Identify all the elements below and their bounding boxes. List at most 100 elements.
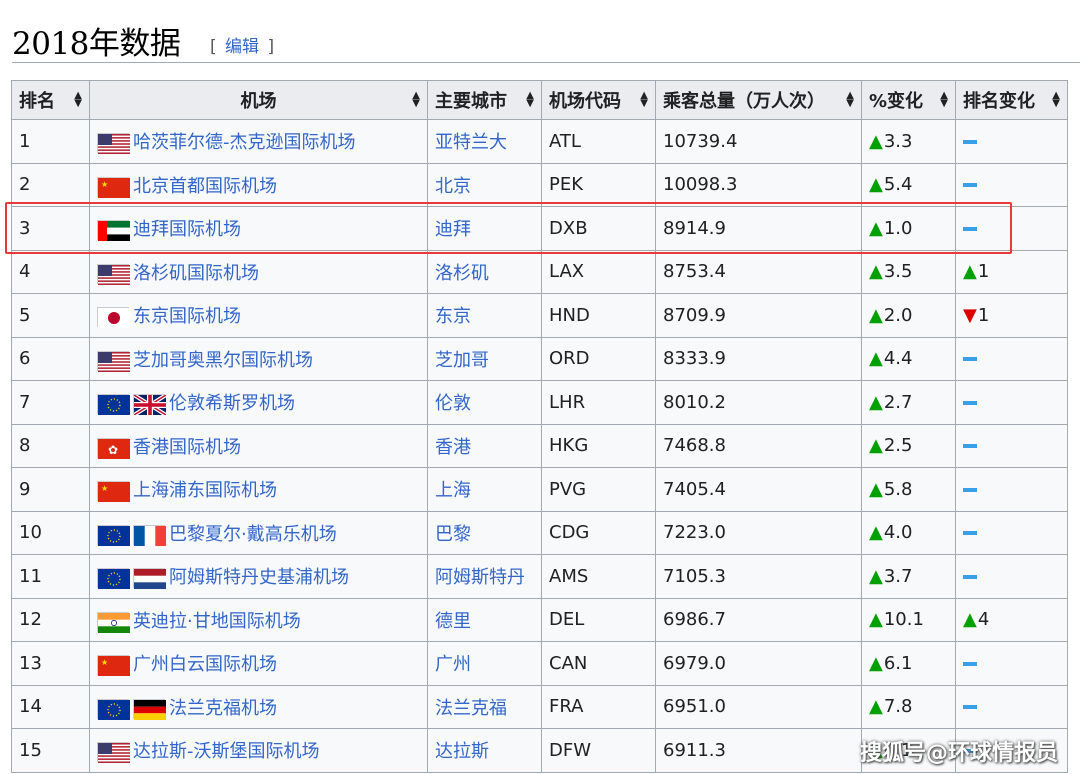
rank-cell: 7: [11, 380, 90, 425]
increase-arrow-icon: ▲: [869, 609, 883, 631]
airport-link[interactable]: 北京首都国际机场: [133, 176, 277, 197]
row-highlight-box: [5, 202, 1012, 254]
sort-icon[interactable]: ▲ ▼: [940, 91, 948, 109]
rank-cell: 14: [11, 684, 90, 729]
rank-cell: 4: [11, 249, 90, 294]
increase-arrow-icon: ▲: [869, 348, 883, 370]
passengers-cell: 8709.9: [655, 293, 862, 338]
airport-cell: ★ 北京首都国际机场: [89, 162, 428, 207]
increase-arrow-icon: ▲: [869, 391, 883, 413]
table-row: 14 法兰克福机场 法兰克福 FRA 6951.0 ▲7.8: [11, 684, 1068, 729]
svg-text:★: ★: [101, 180, 108, 189]
th-rank[interactable]: 排名 ▲ ▼: [11, 80, 90, 120]
rank-up-arrow-icon: ▲: [963, 609, 977, 631]
rank-change-cell: [955, 554, 1068, 599]
no-change-dash-icon: [963, 574, 977, 579]
code-cell: HKG: [541, 423, 656, 468]
city-link[interactable]: 上海: [427, 467, 542, 512]
city-link[interactable]: 巴黎: [427, 510, 542, 555]
city-link[interactable]: 广州: [427, 641, 542, 686]
airport-link[interactable]: 英迪拉·甘地国际机场: [133, 611, 301, 632]
city-link[interactable]: 法兰克福: [427, 684, 542, 729]
airport-cell: 东京国际机场: [89, 293, 428, 338]
code-cell: ORD: [541, 336, 656, 381]
sort-icon[interactable]: ▲ ▼: [846, 91, 854, 109]
header-label: 排名: [19, 91, 55, 112]
code-cell: CDG: [541, 510, 656, 555]
flag-eu-icon: [97, 394, 130, 416]
no-change-dash-icon: [963, 139, 977, 144]
code-cell: ATL: [541, 119, 656, 164]
passengers-cell: 7405.4: [655, 467, 862, 512]
rank-cell: 9: [11, 467, 90, 512]
rank-down-arrow-icon: ▼: [963, 304, 977, 326]
rank-change-cell: ▲1: [955, 249, 1068, 294]
change-value: 7.8: [883, 696, 913, 718]
table-row: 10 巴黎夏尔·戴高乐机场 巴黎 CDG 7223.0 ▲4.0: [11, 510, 1068, 555]
sort-icon[interactable]: ▲ ▼: [640, 91, 648, 109]
code-cell: LAX: [541, 249, 656, 294]
city-link[interactable]: 北京: [427, 162, 542, 207]
airport-link[interactable]: 上海浦东国际机场: [133, 480, 277, 501]
flag-nl-icon: [133, 568, 166, 590]
increase-arrow-icon: ▲: [869, 478, 883, 500]
airport-link[interactable]: 阿姆斯特丹史基浦机场: [169, 567, 349, 588]
rank-change-cell: [955, 641, 1068, 686]
edit-bracket-open: [: [210, 37, 217, 57]
edit-link[interactable]: 编辑: [222, 37, 262, 57]
change-cell: ▲7.8: [861, 684, 956, 729]
city-link[interactable]: 伦敦: [427, 380, 542, 425]
passengers-cell: 7468.8: [655, 423, 862, 468]
change-cell: ▲10.1: [861, 597, 956, 642]
sort-icon[interactable]: ▲ ▼: [1052, 91, 1060, 109]
city-link[interactable]: 芝加哥: [427, 336, 542, 381]
change-value: 3.7: [883, 565, 913, 587]
city-link[interactable]: 达拉斯: [427, 728, 542, 773]
svg-text:★: ★: [101, 484, 108, 493]
rank-cell: 10: [11, 510, 90, 555]
th-city[interactable]: 主要城市 ▲ ▼: [427, 80, 542, 120]
airport-link[interactable]: 巴黎夏尔·戴高乐机场: [169, 524, 337, 545]
sort-icon[interactable]: ▲ ▼: [526, 91, 534, 109]
airport-link[interactable]: 芝加哥奥黑尔国际机场: [133, 350, 313, 371]
rank-change-cell: [955, 336, 1068, 381]
change-cell: ▲2.7: [861, 380, 956, 425]
passengers-cell: 7223.0: [655, 510, 862, 555]
city-link[interactable]: 亚特兰大: [427, 119, 542, 164]
increase-arrow-icon: ▲: [869, 174, 883, 196]
table-row: 8 ✿ 香港国际机场 香港 HKG 7468.8 ▲2.5: [11, 423, 1068, 468]
passengers-cell: 6911.3: [655, 728, 862, 773]
airport-cell: 英迪拉·甘地国际机场: [89, 597, 428, 642]
city-link[interactable]: 香港: [427, 423, 542, 468]
th-rank-change[interactable]: 排名变化 ▲ ▼: [955, 80, 1068, 120]
th-airport[interactable]: 机场 ▲ ▼: [89, 80, 428, 120]
passengers-cell: 10098.3: [655, 162, 862, 207]
airport-link[interactable]: 达拉斯-沃斯堡国际机场: [133, 741, 320, 762]
th-passengers[interactable]: 乘客总量（万人次） ▲ ▼: [655, 80, 862, 120]
airport-link[interactable]: 广州白云国际机场: [133, 654, 277, 675]
th-change[interactable]: %变化 ▲ ▼: [861, 80, 956, 120]
change-value: 6.1: [883, 652, 913, 674]
airport-link[interactable]: 法兰克福机场: [169, 698, 277, 719]
sort-icon[interactable]: ▲ ▼: [74, 91, 82, 109]
flag-eu-icon: [97, 568, 130, 590]
airport-link[interactable]: 香港国际机场: [133, 437, 241, 458]
city-link[interactable]: 东京: [427, 293, 542, 338]
airport-link[interactable]: 东京国际机场: [133, 306, 241, 327]
rank-change-cell: [955, 684, 1068, 729]
city-link[interactable]: 德里: [427, 597, 542, 642]
city-link[interactable]: 洛杉矶: [427, 249, 542, 294]
airport-link[interactable]: 洛杉矶国际机场: [133, 263, 259, 284]
rank-change-cell: [955, 380, 1068, 425]
sort-icon[interactable]: ▲ ▼: [412, 91, 420, 109]
rank-change-cell: [955, 162, 1068, 207]
airport-cell: ✿ 香港国际机场: [89, 423, 428, 468]
th-code[interactable]: 机场代码 ▲ ▼: [541, 80, 656, 120]
rank-cell: 13: [11, 641, 90, 686]
airport-link[interactable]: 哈茨菲尔德-杰克逊国际机场: [133, 132, 356, 153]
airport-ranking-table: 排名 ▲ ▼ 机场 ▲ ▼ 主要城市 ▲ ▼ 机场代码 ▲ ▼ 乘客总量（万人次） ▲ ▼ %变化 ▲ ▼ 排名变化…: [11, 80, 1068, 773]
city-link[interactable]: 阿姆斯特丹: [427, 554, 542, 599]
rank-cell: 2: [11, 162, 90, 207]
airport-cell: 巴黎夏尔·戴高乐机场: [89, 510, 428, 555]
airport-link[interactable]: 伦敦希斯罗机场: [169, 393, 295, 414]
